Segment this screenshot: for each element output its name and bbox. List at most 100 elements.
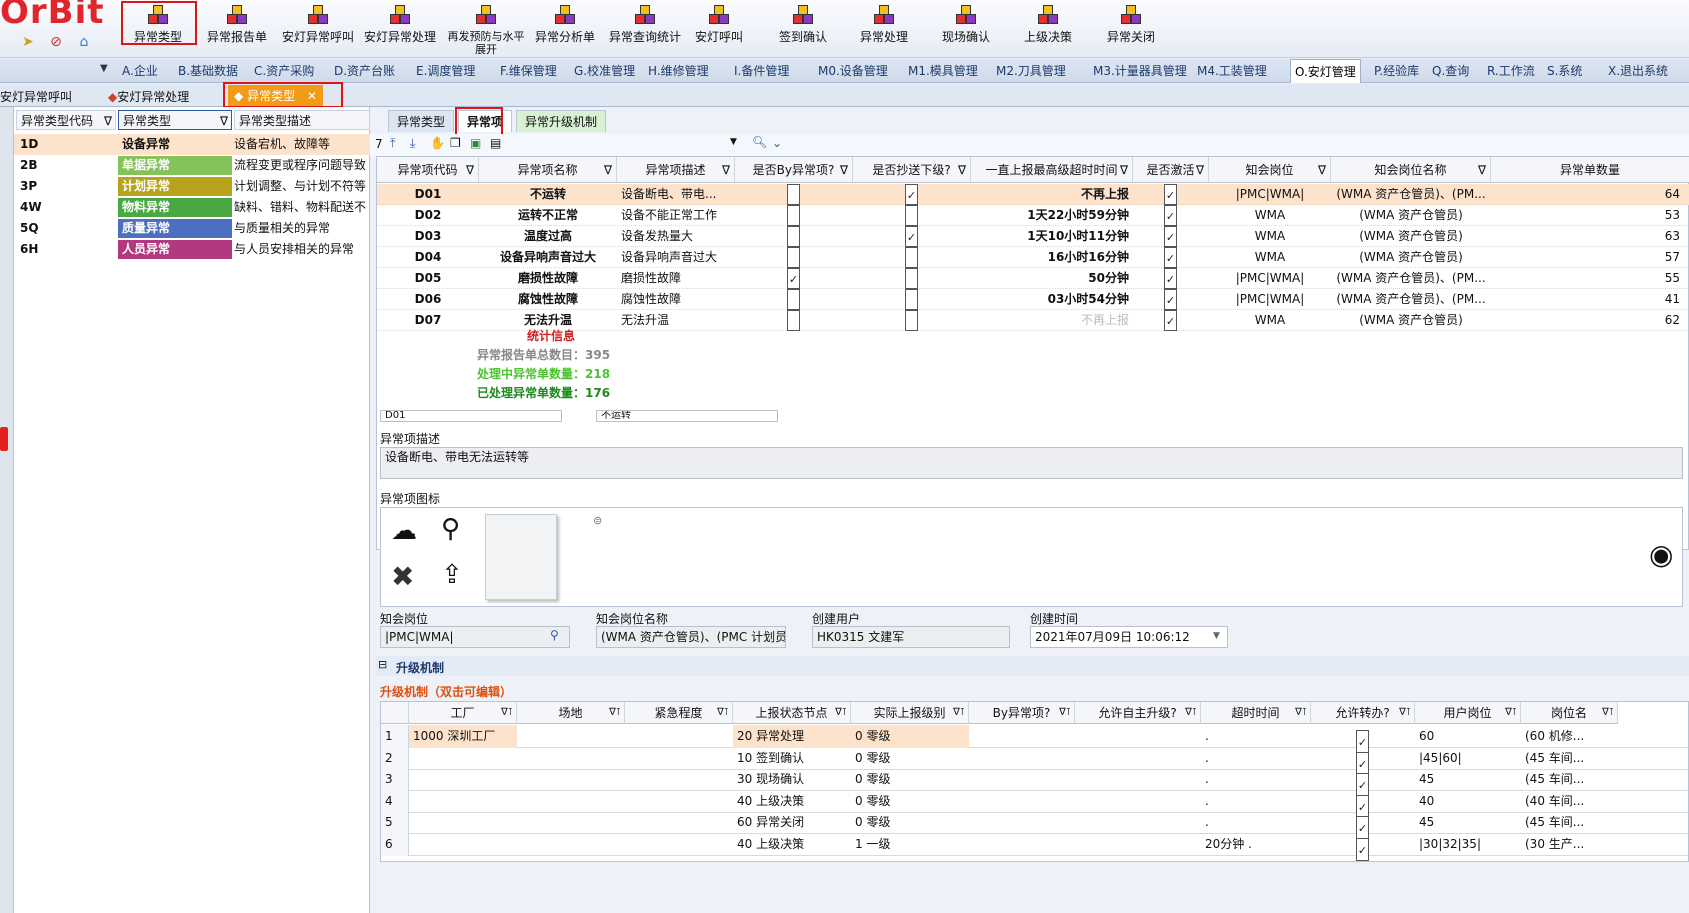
eye-icon[interactable]: ◉ <box>1649 538 1673 571</box>
ribbon-button-12[interactable]: 异常关闭 <box>1093 0 1169 58</box>
columns-icon[interactable]: ▤ <box>490 136 501 150</box>
delete-icon[interactable]: ✖ <box>391 560 414 593</box>
table-row[interactable]: D04 设备异响声音过大 设备异响声音过大 16小时16分钟 ✓ WMA (WMA 资产仓管… <box>377 247 1689 268</box>
cloud-download-icon[interactable]: ☁ <box>391 516 417 546</box>
module-14[interactable]: O.安灯管理 <box>1290 59 1361 83</box>
export-icon[interactable]: ▣ <box>470 136 481 150</box>
copy-icon[interactable]: ❐ <box>450 136 461 150</box>
collapse-icon[interactable]: ⊟ <box>378 658 387 671</box>
col-header-5[interactable]: 一直上报最高级超时时间 ∇ <box>971 157 1133 183</box>
module-6[interactable]: G.校准管理 <box>574 59 635 83</box>
checkbox[interactable]: ✓ <box>1164 289 1177 310</box>
module-1[interactable]: B.基础数据 <box>178 59 238 83</box>
esc-col-header-10[interactable]: 岗位名 ∇⊺ <box>1521 702 1618 724</box>
filter-icon[interactable]: ∇⊺ <box>1295 702 1307 723</box>
table-row[interactable]: D06 腐蚀性故障 腐蚀性故障 03小时54分钟 ✓ |PMC|WMA| (WMA 资产仓管… <box>377 289 1689 310</box>
esc-col-header-7[interactable]: 超时时间 ∇⊺ <box>1201 702 1311 724</box>
esc-col-header-3[interactable]: 上报状态节点 ∇⊺ <box>733 702 851 724</box>
module-12[interactable]: M3.计量器具管理 <box>1093 59 1187 83</box>
checkbox[interactable] <box>787 184 800 205</box>
checkbox[interactable] <box>787 205 800 226</box>
module-2[interactable]: C.资产采购 <box>254 59 314 83</box>
ribbon-button-10[interactable]: 现场确认 <box>928 0 1004 58</box>
checkbox[interactable]: ✓ <box>1164 226 1177 247</box>
esc-col-header-4[interactable]: 实际上报级别 ∇⊺ <box>851 702 969 724</box>
ribbon-button-8[interactable]: 签到确认 <box>764 0 842 58</box>
esc-col-header-9[interactable]: 用户岗位 ∇⊺ <box>1415 702 1521 724</box>
checkbox[interactable] <box>905 205 918 226</box>
filter-icon[interactable]: ∇⊺ <box>501 702 513 723</box>
filter-icon[interactable]: ∇ <box>1120 157 1128 182</box>
created-field[interactable]: 2021年07月09日 10:06:12 <box>1030 626 1228 648</box>
table-row[interactable]: 6 40 上级决策 1 一级 20分钟 . ✓ |30|32|35| (30 生产... <box>381 832 1688 861</box>
col-header-6[interactable]: 是否激活 ∇ <box>1133 157 1209 183</box>
tab-escalation[interactable]: 异常升级机制 <box>516 110 607 132</box>
stop-icon[interactable]: ⊘ <box>48 34 64 50</box>
esc-col-header-1[interactable]: 场地 ∇⊺ <box>517 702 625 724</box>
filter-icon[interactable]: ∇⊺ <box>1185 702 1197 723</box>
table-row[interactable]: 3 30 现场确认 0 零级. ✓ 45 (45 车间... <box>381 768 1688 796</box>
table-row[interactable]: 2 10 签到确认 0 零级. ✓ |45|60| (45 车间... <box>381 746 1688 775</box>
col-header-8[interactable]: 知会岗位名称 ∇ <box>1331 157 1491 183</box>
list-item[interactable]: 4W 物料异常 缺料、错料、物料配送不 <box>14 197 370 218</box>
filter-icon[interactable]: ∇ <box>958 157 966 182</box>
module-17[interactable]: R.工作流 <box>1487 59 1535 83</box>
module-7[interactable]: H.维修管理 <box>648 59 709 83</box>
col-header-type[interactable]: 异常类型 ∇ <box>118 110 232 130</box>
filter-icon[interactable]: ∇⊺ <box>1505 702 1517 723</box>
dropdown-icon[interactable]: ▼ <box>1213 631 1220 641</box>
move-top-icon[interactable]: ⤒ <box>390 136 395 151</box>
table-row[interactable]: 1 1000 深圳工厂 20 异常处理 0 零级. ✓ 60 (60 机修... <box>381 725 1688 753</box>
filter-icon[interactable]: ∇⊺ <box>717 702 729 723</box>
ribbon-button-7[interactable]: 安灯呼叫 <box>682 0 756 58</box>
ribbon-button-11[interactable]: 上级决策 <box>1010 0 1086 58</box>
tab-exception-type[interactable]: 异常类型 <box>388 110 455 132</box>
table-row[interactable]: 4 40 上级决策 0 零级. ✓ 40 (40 车间... <box>381 789 1688 818</box>
checkbox[interactable] <box>905 268 918 289</box>
dropdown-icon[interactable]: ▼ <box>100 63 108 74</box>
filter-icon[interactable]: ∇ <box>604 157 612 182</box>
checkbox[interactable] <box>905 289 918 310</box>
filter-icon[interactable]: ∇⊺ <box>953 702 965 723</box>
checkbox[interactable]: ✓ <box>1164 310 1177 331</box>
search-icon[interactable]: ⚲ <box>550 628 559 642</box>
filter-icon[interactable]: ∇ <box>1318 157 1326 182</box>
ribbon-button-2[interactable]: 安灯异常呼叫 <box>278 0 358 58</box>
upload-icon[interactable]: ⇪ <box>441 560 463 590</box>
table-row[interactable]: 5 60 异常关闭 0 零级. ✓ 45 (45 车间... <box>381 811 1688 839</box>
list-item[interactable]: 3P 计划异常 计划调整、与计划不符等 <box>14 176 370 197</box>
module-18[interactable]: S.系统 <box>1547 59 1582 83</box>
search-icon[interactable]: 🔍︎ <box>752 135 767 149</box>
col-header-0[interactable]: 异常项代码 ∇ <box>377 157 479 183</box>
col-header-type-desc[interactable]: 异常类型描述 <box>234 110 370 130</box>
list-item[interactable]: 1D 设备异常 设备宕机、故障等 <box>14 134 370 155</box>
search-icon[interactable]: ⚲ <box>441 514 460 544</box>
checkbox[interactable]: ✓ <box>905 184 918 205</box>
postname-field[interactable]: (WMA 资产仓管员)、(PMC 计划员 <box>596 626 786 648</box>
ribbon-button-5[interactable]: 异常分析单 <box>528 0 602 58</box>
module-16[interactable]: Q.查询 <box>1432 59 1469 83</box>
hand-icon[interactable]: ✋ <box>430 136 445 150</box>
col-header-type-code[interactable]: 异常类型代码 ∇ <box>16 110 116 130</box>
chevron-down-icon[interactable]: ⌄ <box>772 136 782 150</box>
checkbox[interactable] <box>787 289 800 310</box>
table-row[interactable]: D02 运转不正常 设备不能正常工作 1天22小时59分钟 ✓ WMA (WMA 资产仓管员… <box>377 205 1689 226</box>
module-19[interactable]: X.退出系统 <box>1608 59 1668 83</box>
name-field[interactable]: 不运转 <box>596 410 778 422</box>
ribbon-button-9[interactable]: 异常处理 <box>846 0 922 58</box>
doc-tab-andon-call[interactable]: 安灯异常呼叫 <box>0 87 72 107</box>
col-header-7[interactable]: 知会岗位 ∇ <box>1209 157 1331 183</box>
filter-icon[interactable]: ∇⊺ <box>1399 702 1411 723</box>
move-bottom-icon[interactable]: ⤓ <box>410 136 415 151</box>
alert-icon[interactable] <box>0 427 8 451</box>
checkbox[interactable]: ✓ <box>905 226 918 247</box>
filter-icon[interactable]: ∇ <box>104 111 112 129</box>
module-3[interactable]: D.资产台账 <box>334 59 395 83</box>
checkbox[interactable]: ✓ <box>1356 837 1369 861</box>
filter-icon[interactable]: ∇ <box>722 157 730 182</box>
module-13[interactable]: M4.工装管理 <box>1197 59 1267 83</box>
ribbon-button-6[interactable]: 异常查询统计 <box>604 0 686 58</box>
module-15[interactable]: P.经验库 <box>1374 59 1419 83</box>
post-field[interactable]: |PMC|WMA| <box>380 626 570 648</box>
esc-col-header-8[interactable]: 允许转办? ∇⊺ <box>1311 702 1415 724</box>
